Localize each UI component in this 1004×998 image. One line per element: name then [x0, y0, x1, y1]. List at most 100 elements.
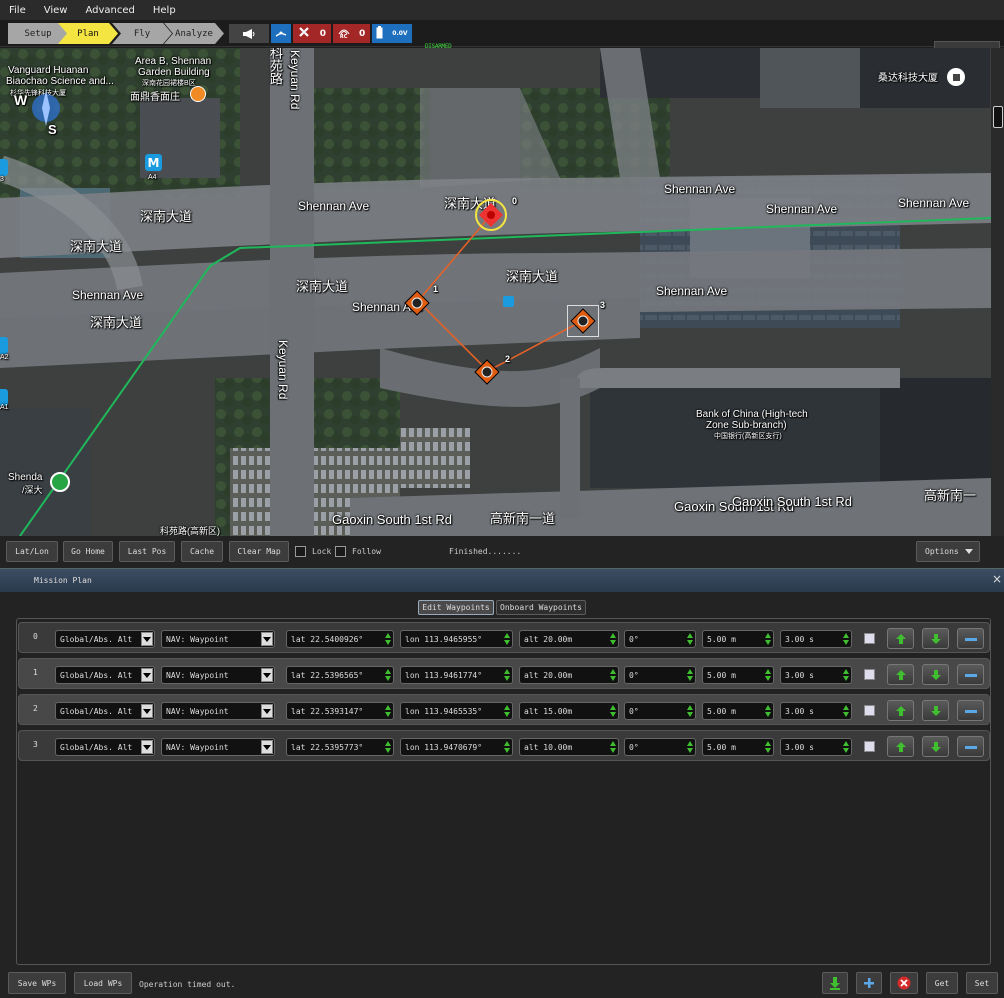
spin-arrows-icon[interactable]	[687, 632, 693, 646]
go-home-button[interactable]: Go Home	[63, 541, 113, 562]
follow-checkbox[interactable]	[335, 546, 346, 557]
home-waypoint-icon[interactable]	[475, 199, 507, 231]
add-waypoint-button[interactable]	[856, 972, 882, 994]
spin-arrows-icon[interactable]	[610, 632, 616, 646]
menu-view[interactable]: View	[35, 5, 77, 16]
autocontinue-checkbox[interactable]	[864, 741, 875, 752]
save-waypoints-button[interactable]: Save WPs	[8, 972, 66, 994]
spin-arrows-icon[interactable]	[765, 740, 771, 754]
tab-edit-waypoints[interactable]: Edit Waypoints	[418, 600, 494, 615]
hold-time-spinbox[interactable]: 3.00 s	[780, 702, 852, 720]
longitude-spinbox[interactable]: lon 113.9465535°	[400, 702, 513, 720]
tab-plan[interactable]: Plan	[58, 23, 118, 44]
autocontinue-checkbox[interactable]	[864, 705, 875, 716]
hold-time-spinbox[interactable]: 3.00 s	[780, 666, 852, 684]
hold-time-spinbox[interactable]: 3.00 s	[780, 630, 852, 648]
latitude-spinbox[interactable]: lat 22.5396565°	[286, 666, 394, 684]
spin-arrows-icon[interactable]	[765, 704, 771, 718]
altitude-spinbox[interactable]: alt 15.00m	[519, 702, 619, 720]
spin-arrows-icon[interactable]	[843, 668, 849, 682]
battery-indicator[interactable]: 0.0V	[372, 24, 412, 43]
move-up-button[interactable]	[887, 700, 914, 721]
spin-arrows-icon[interactable]	[504, 632, 510, 646]
spin-arrows-icon[interactable]	[687, 668, 693, 682]
spin-arrows-icon[interactable]	[385, 632, 391, 646]
command-select[interactable]: NAV: Waypoint	[161, 666, 275, 684]
delete-all-button[interactable]	[890, 972, 918, 994]
move-up-button[interactable]	[887, 736, 914, 757]
tab-setup[interactable]: Setup	[8, 23, 68, 44]
latitude-spinbox[interactable]: lat 22.5400926°	[286, 630, 394, 648]
tools-error-indicator[interactable]: 0	[293, 24, 331, 43]
gps-icon[interactable]	[271, 24, 291, 43]
yaw-spinbox[interactable]: 0°	[624, 702, 696, 720]
command-select[interactable]: NAV: Waypoint	[161, 738, 275, 756]
radius-spinbox[interactable]: 5.00 m	[702, 738, 774, 756]
set-waypoints-button[interactable]: Set	[966, 972, 998, 994]
spin-arrows-icon[interactable]	[610, 740, 616, 754]
spin-arrows-icon[interactable]	[765, 668, 771, 682]
frame-select[interactable]: Global/Abs. Alt	[55, 630, 155, 648]
last-pos-button[interactable]: Last Pos	[119, 541, 175, 562]
frame-select[interactable]: Global/Abs. Alt	[55, 738, 155, 756]
download-button[interactable]	[822, 972, 848, 994]
cache-button[interactable]: Cache	[181, 541, 223, 562]
longitude-spinbox[interactable]: lon 113.9461774°	[400, 666, 513, 684]
spin-arrows-icon[interactable]	[610, 668, 616, 682]
remove-waypoint-button[interactable]	[957, 700, 984, 721]
latlon-button[interactable]: Lat/Lon	[6, 541, 58, 562]
remove-waypoint-button[interactable]	[957, 664, 984, 685]
waypoint-marker-3[interactable]	[567, 305, 599, 337]
command-select[interactable]: NAV: Waypoint	[161, 630, 275, 648]
clear-map-button[interactable]: Clear Map	[229, 541, 289, 562]
menu-file[interactable]: File	[0, 5, 35, 16]
get-waypoints-button[interactable]: Get	[926, 972, 958, 994]
menu-advanced[interactable]: Advanced	[76, 5, 143, 16]
radius-spinbox[interactable]: 5.00 m	[702, 702, 774, 720]
autocontinue-checkbox[interactable]	[864, 633, 875, 644]
move-down-button[interactable]	[922, 664, 949, 685]
move-up-button[interactable]	[887, 628, 914, 649]
radius-spinbox[interactable]: 5.00 m	[702, 666, 774, 684]
map-view[interactable]: Vanguard Huanan Biaochao Science and... …	[0, 48, 991, 536]
spin-arrows-icon[interactable]	[843, 632, 849, 646]
longitude-spinbox[interactable]: lon 113.9470679°	[400, 738, 513, 756]
autocontinue-checkbox[interactable]	[864, 669, 875, 680]
spin-arrows-icon[interactable]	[504, 740, 510, 754]
menu-help[interactable]: Help	[144, 5, 185, 16]
altitude-spinbox[interactable]: alt 20.00m	[519, 666, 619, 684]
options-dropdown[interactable]: Options	[916, 541, 980, 562]
remove-waypoint-button[interactable]	[957, 628, 984, 649]
spin-arrows-icon[interactable]	[687, 704, 693, 718]
move-down-button[interactable]	[922, 736, 949, 757]
remove-waypoint-button[interactable]	[957, 736, 984, 757]
latitude-spinbox[interactable]: lat 22.5393147°	[286, 702, 394, 720]
frame-select[interactable]: Global/Abs. Alt	[55, 702, 155, 720]
spin-arrows-icon[interactable]	[687, 740, 693, 754]
spin-arrows-icon[interactable]	[385, 668, 391, 682]
latitude-spinbox[interactable]: lat 22.5395773°	[286, 738, 394, 756]
move-up-button[interactable]	[887, 664, 914, 685]
rc-indicator[interactable]: RC 0	[333, 24, 370, 43]
yaw-spinbox[interactable]: 0°	[624, 666, 696, 684]
spin-arrows-icon[interactable]	[504, 704, 510, 718]
move-down-button[interactable]	[922, 628, 949, 649]
longitude-spinbox[interactable]: lon 113.9465955°	[400, 630, 513, 648]
megaphone-icon[interactable]	[229, 24, 269, 43]
altitude-spinbox[interactable]: alt 10.00m	[519, 738, 619, 756]
hold-time-spinbox[interactable]: 3.00 s	[780, 738, 852, 756]
waypoint-marker-1[interactable]	[404, 290, 430, 316]
spin-arrows-icon[interactable]	[385, 740, 391, 754]
frame-select[interactable]: Global/Abs. Alt	[55, 666, 155, 684]
waypoint-marker-2[interactable]	[474, 359, 500, 385]
spin-arrows-icon[interactable]	[610, 704, 616, 718]
lock-checkbox[interactable]	[295, 546, 306, 557]
close-icon[interactable]: ×	[992, 573, 1002, 585]
load-waypoints-button[interactable]: Load WPs	[74, 972, 132, 994]
yaw-spinbox[interactable]: 0°	[624, 630, 696, 648]
spin-arrows-icon[interactable]	[843, 740, 849, 754]
tab-onboard-waypoints[interactable]: Onboard Waypoints	[496, 600, 586, 615]
radius-spinbox[interactable]: 5.00 m	[702, 630, 774, 648]
yaw-spinbox[interactable]: 0°	[624, 738, 696, 756]
altitude-spinbox[interactable]: alt 20.00m	[519, 630, 619, 648]
